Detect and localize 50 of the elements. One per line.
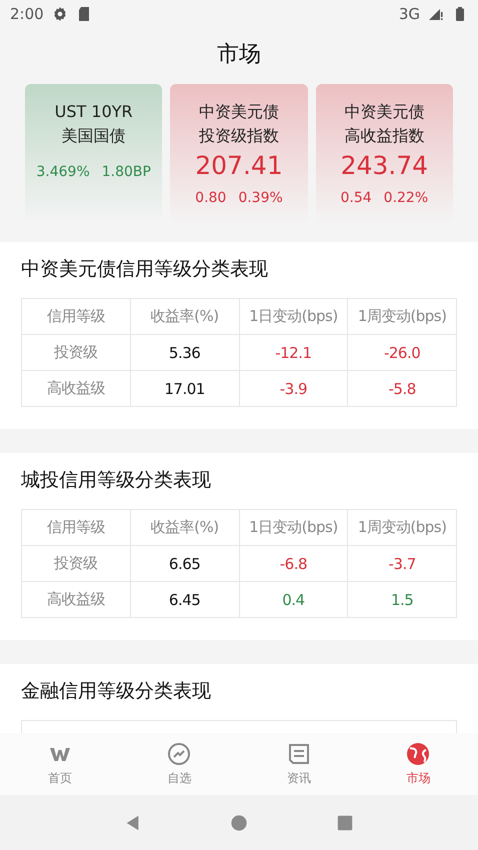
change-cell: -12.1: [238, 335, 348, 370]
index-change: 3.469%: [36, 164, 90, 180]
index-name: 中资美元债: [344, 101, 424, 123]
network-type: 3G: [398, 5, 420, 23]
index-change: 0.39%: [238, 190, 283, 206]
index-name: 中资美元债: [198, 101, 279, 123]
recents-icon[interactable]: [336, 814, 354, 832]
column-header: 信用等级: [46, 306, 106, 327]
section-title: 中资美元债信用等级分类表现: [21, 257, 269, 282]
change-cell: -6.8: [238, 546, 348, 581]
grade-cell-text: 高收益级: [46, 589, 106, 610]
column-header: 收益率(%): [130, 299, 238, 334]
grade-cell-text: 投资级: [53, 553, 99, 574]
yield-cell: 6.45: [130, 582, 238, 617]
change-cell: -5.8: [347, 371, 456, 406]
column-header: 1日变动(bps): [238, 510, 348, 545]
index-name: UST 10YR: [54, 101, 133, 123]
yield-cell: 17.01: [130, 371, 238, 406]
trend-circle-icon: [167, 742, 192, 766]
change-cell: 1.5: [347, 582, 456, 617]
change-cell: -3.9: [238, 371, 348, 406]
globe-icon: [406, 742, 430, 766]
home-icon[interactable]: [230, 814, 248, 832]
index-change: 0.80: [195, 190, 226, 206]
column-header: 1周变动(bps): [347, 510, 456, 545]
grade-cell-text: 投资级: [53, 342, 99, 363]
section-title: 金融信用等级分类表现: [21, 679, 212, 704]
status-time: 2:00: [10, 5, 44, 23]
gear-icon: [52, 6, 68, 22]
change-cell: 0.4: [238, 582, 348, 617]
column-header: 收益率(%): [130, 510, 238, 545]
column-header: 1日变动(bps): [238, 299, 348, 334]
column-header: 1周变动(bps): [347, 299, 456, 334]
column-header: 信用等级: [46, 517, 106, 538]
index-name: 投资级指数: [198, 125, 279, 147]
grade-cell-text: 高收益级: [46, 378, 106, 399]
index-change: 0.22%: [384, 190, 428, 206]
news-icon: [286, 742, 311, 766]
index-change: 1.80BP: [102, 164, 151, 180]
change-cell: -3.7: [347, 546, 456, 581]
index-name: 美国国债: [62, 125, 126, 147]
index-name: 高收益指数: [344, 125, 424, 147]
yield-cell: 6.65: [130, 546, 238, 581]
section-title: 城投信用等级分类表现: [21, 468, 212, 493]
page-title: 市场: [216, 41, 262, 69]
change-cell: -26.0: [347, 335, 456, 370]
index-change: 0.54: [340, 190, 372, 206]
index-value: 243.74: [340, 150, 428, 182]
index-value: 207.41: [195, 150, 283, 182]
yield-cell: 5.36: [130, 335, 238, 370]
